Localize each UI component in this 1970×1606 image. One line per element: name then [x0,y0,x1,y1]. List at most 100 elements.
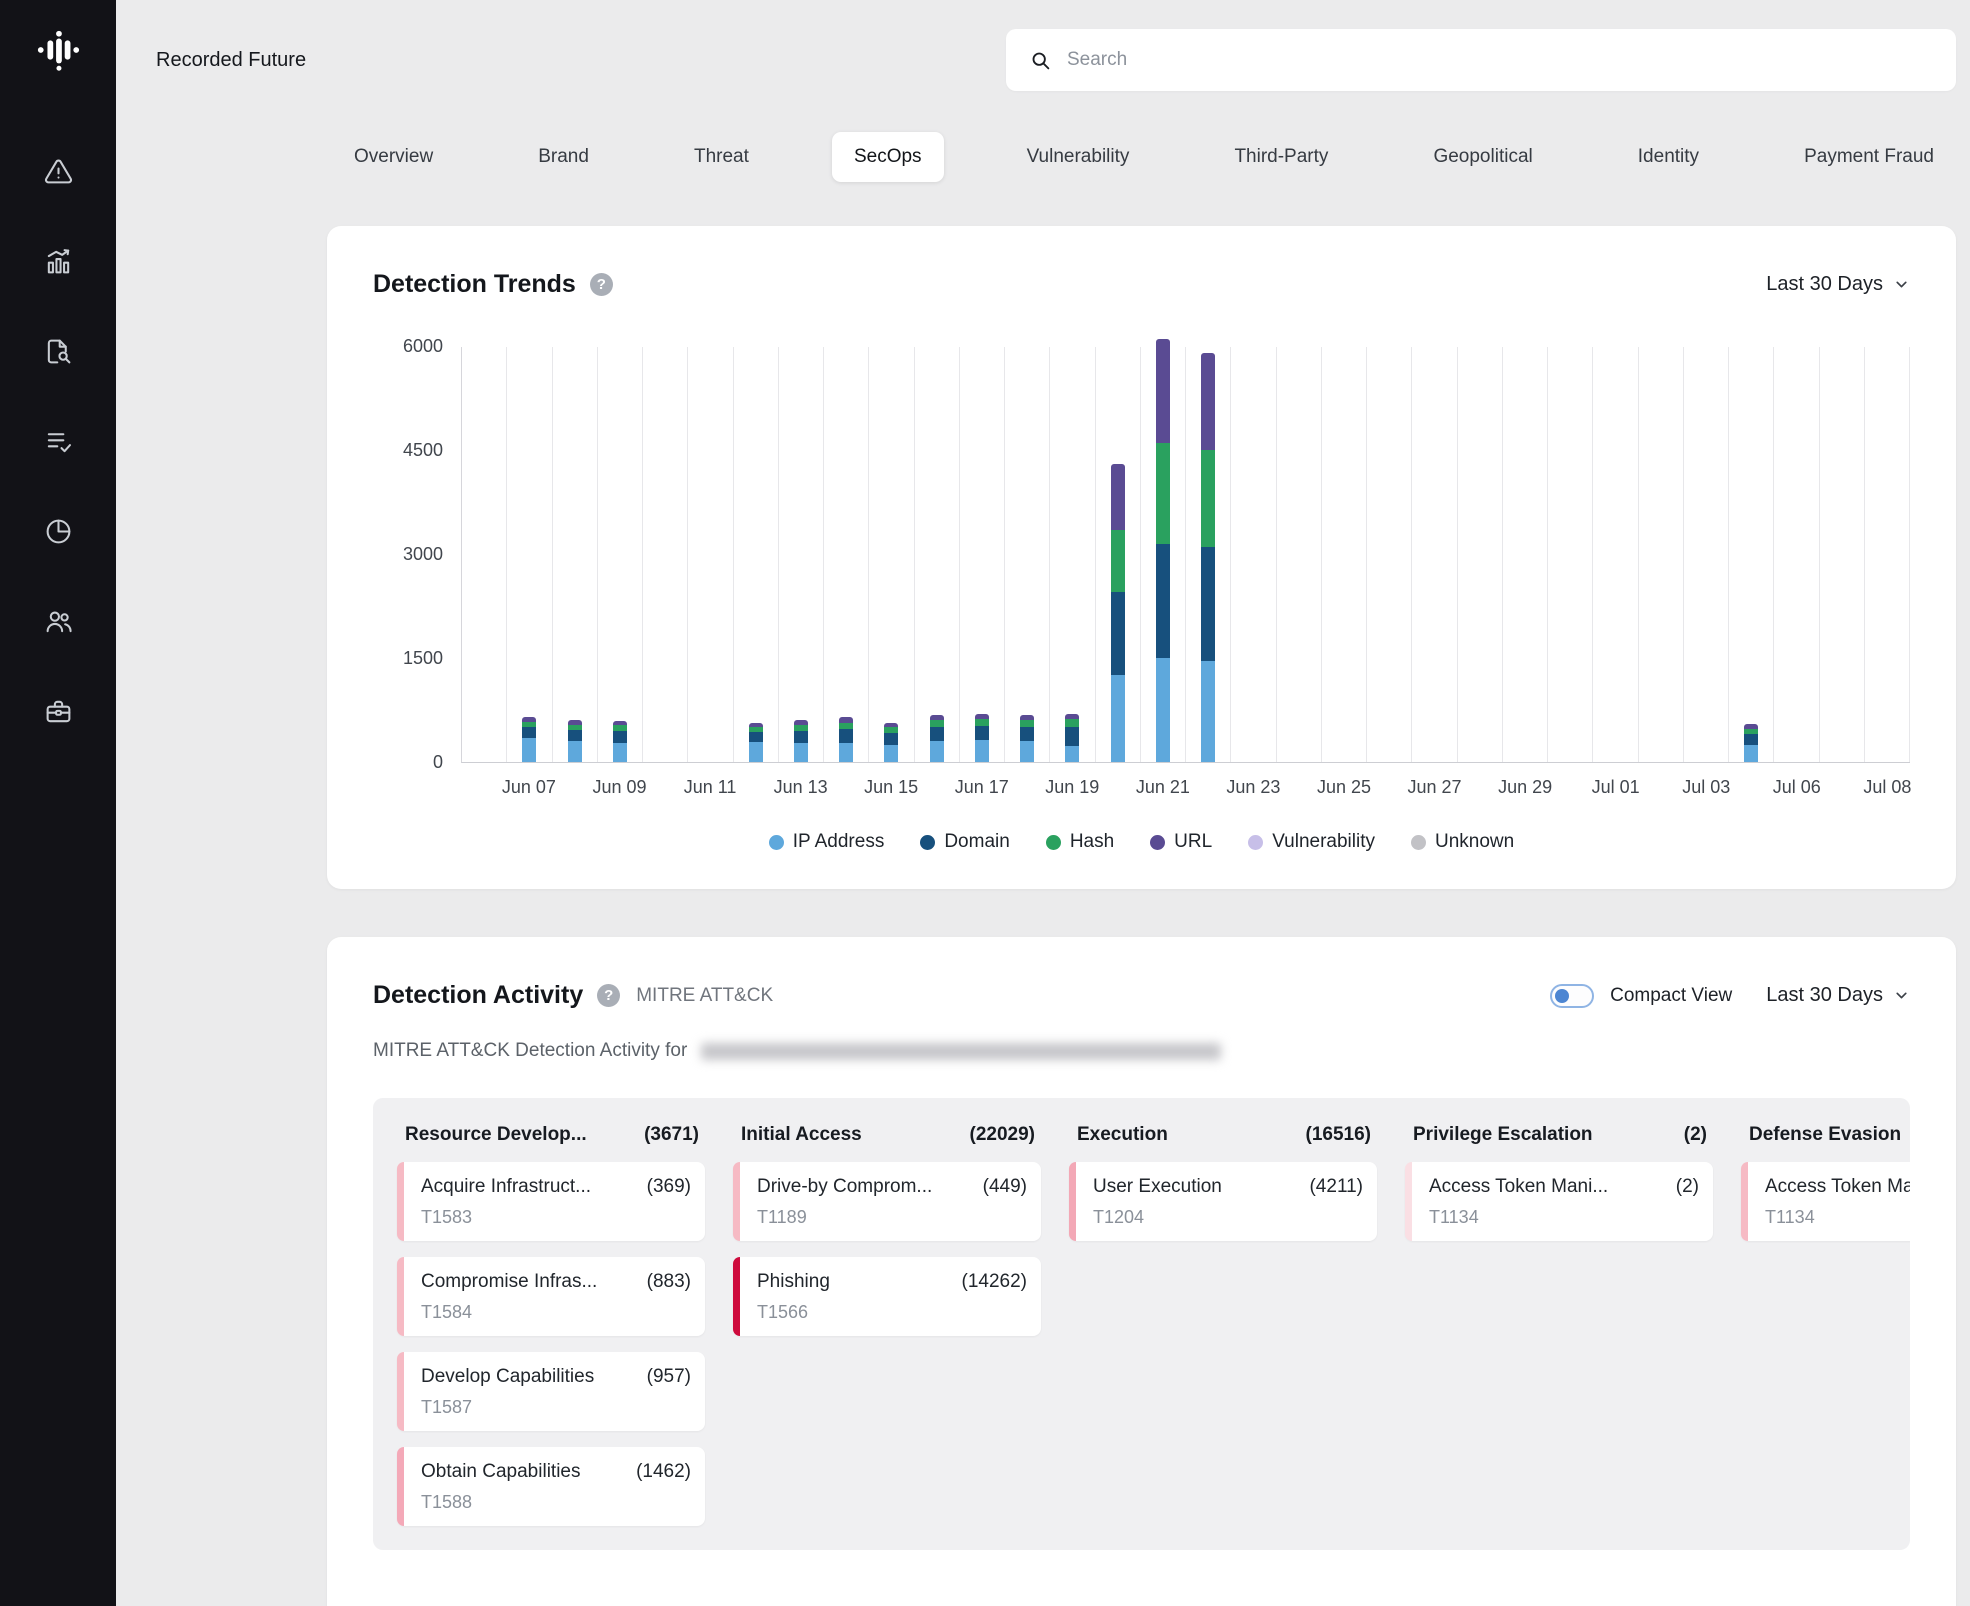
stacked-bar[interactable] [1201,353,1215,762]
kanban-column: Resource Develop...(3671)Acquire Infrast… [397,1120,705,1526]
technique-row: User Execution(4211) [1093,1176,1363,1198]
chart-day-slot [1503,347,1548,762]
detection-trends-card: Detection Trends ? Last 30 Days 01500300… [327,226,1956,889]
compact-view-toggle[interactable] [1550,984,1594,1008]
sidebar-item-alerts[interactable] [33,146,83,196]
severity-stripe [397,1257,404,1336]
stacked-bar[interactable] [522,717,536,762]
sidebar-item-business[interactable] [33,686,83,736]
search-bar[interactable] [1006,29,1956,91]
bar-segment [749,732,763,742]
stacked-bar[interactable] [749,723,763,762]
technique-count: (14262) [962,1271,1028,1293]
tab-overview[interactable]: Overview [332,132,455,182]
legend-item[interactable]: Unknown [1411,831,1514,853]
x-tick-label: Jun 21 [1136,777,1190,798]
stacked-bar[interactable] [1065,714,1079,763]
kanban-column-name: Privilege Escalation [1413,1124,1593,1146]
stacked-bar[interactable] [975,714,989,762]
chart-trend-icon [44,247,73,276]
bar-segment [1020,741,1034,762]
activity-period-dropdown[interactable]: Last 30 Days [1766,984,1910,1007]
chart-day-slot [1684,347,1729,762]
tab-payment-fraud[interactable]: Payment Fraud [1782,132,1956,182]
tab-identity[interactable]: Identity [1616,132,1721,182]
recorded-future-logo[interactable] [34,26,82,74]
tab-vulnerability[interactable]: Vulnerability [1005,132,1152,182]
stacked-bar[interactable] [1020,715,1034,762]
chevron-down-icon [1893,987,1910,1004]
stacked-bar[interactable] [794,720,808,762]
technique-card[interactable]: Compromise Infras...(883)T1584 [397,1257,705,1336]
chart-day-slot [1820,347,1865,762]
technique-id: T1587 [421,1397,691,1418]
tab-secops[interactable]: SecOps [832,132,944,182]
tab-third-party[interactable]: Third-Party [1212,132,1350,182]
kanban-column-name: Initial Access [741,1124,862,1146]
legend-item[interactable]: Hash [1046,831,1114,853]
stacked-bar[interactable] [930,715,944,762]
stacked-bar[interactable] [1156,339,1170,762]
x-tick-label: Jun 19 [1045,777,1099,798]
tab-threat[interactable]: Threat [672,132,771,182]
bar-segment [1156,658,1170,762]
chart-day-slot [688,347,733,762]
help-icon[interactable]: ? [597,984,620,1007]
chart-day-slot [1548,347,1593,762]
tab-brand[interactable]: Brand [516,132,611,182]
chart-day-slot [1277,347,1322,762]
legend-item[interactable]: IP Address [769,831,885,853]
sidebar-item-analytics[interactable] [33,236,83,286]
legend-dot-icon [1411,835,1426,850]
stacked-bar[interactable] [884,723,898,762]
chart-day-slot [1186,347,1231,762]
technique-card[interactable]: Access Token Mani...(2)T1134 [1405,1162,1713,1241]
legend-item[interactable]: URL [1150,831,1212,853]
kanban-column-header: Initial Access(22029) [733,1120,1041,1162]
sidebar-item-tasks[interactable] [33,416,83,466]
stacked-bar[interactable] [839,717,853,762]
legend-item[interactable]: Vulnerability [1248,831,1375,853]
bar-segment [522,727,536,738]
technique-card[interactable]: Access Token Mani...T1134 [1741,1162,1910,1241]
document-search-icon [44,337,73,366]
chart-day-slot [598,347,643,762]
chart-x-labels: Jun 07Jun 09Jun 11Jun 13Jun 15Jun 17Jun … [461,763,1910,805]
bar-segment [1065,727,1079,746]
technique-card[interactable]: User Execution(4211)T1204 [1069,1162,1377,1241]
activity-subtitle: MITRE ATT&CK Detection Activity for [373,1040,1910,1062]
chart-day-slot [1639,347,1684,762]
kanban-column: Initial Access(22029)Drive-by Comprom...… [733,1120,1041,1336]
list-check-icon [44,427,73,456]
tab-geopolitical[interactable]: Geopolitical [1411,132,1554,182]
tab-bar: Overview Brand Threat SecOps Vulnerability Th… [332,132,1956,182]
technique-card[interactable]: Obtain Capabilities(1462)T1588 [397,1447,705,1526]
sidebar-item-research[interactable] [33,326,83,376]
trends-period-label: Last 30 Days [1766,273,1883,296]
technique-card[interactable]: Phishing(14262)T1566 [733,1257,1041,1336]
bar-segment [794,743,808,762]
bar-segment [568,730,582,741]
technique-id: T1134 [1765,1207,1910,1228]
bar-segment [1065,746,1079,762]
legend-dot-icon [769,835,784,850]
kanban-column-header: Defense Evasion [1741,1120,1910,1162]
activity-controls: Compact View Last 30 Days [1550,984,1910,1008]
stacked-bar[interactable] [613,721,627,762]
x-tick-label: Jul 06 [1773,777,1821,798]
sidebar-item-reports[interactable] [33,506,83,556]
chart-day-slot [1050,347,1095,762]
trends-period-dropdown[interactable]: Last 30 Days [1766,273,1910,296]
legend-item[interactable]: Domain [920,831,1009,853]
y-tick-label: 0 [433,752,443,773]
technique-card[interactable]: Acquire Infrastruct...(369)T1583 [397,1162,705,1241]
stacked-bar[interactable] [568,720,582,762]
technique-card[interactable]: Drive-by Comprom...(449)T1189 [733,1162,1041,1241]
technique-card[interactable]: Develop Capabilities(957)T1587 [397,1352,705,1431]
sidebar-item-identity[interactable] [33,596,83,646]
kanban-column-items: Access Token Mani...T1134 [1741,1162,1910,1241]
stacked-bar[interactable] [1744,724,1758,762]
stacked-bar[interactable] [1111,464,1125,762]
search-input[interactable] [1067,49,1932,71]
help-icon[interactable]: ? [590,273,613,296]
